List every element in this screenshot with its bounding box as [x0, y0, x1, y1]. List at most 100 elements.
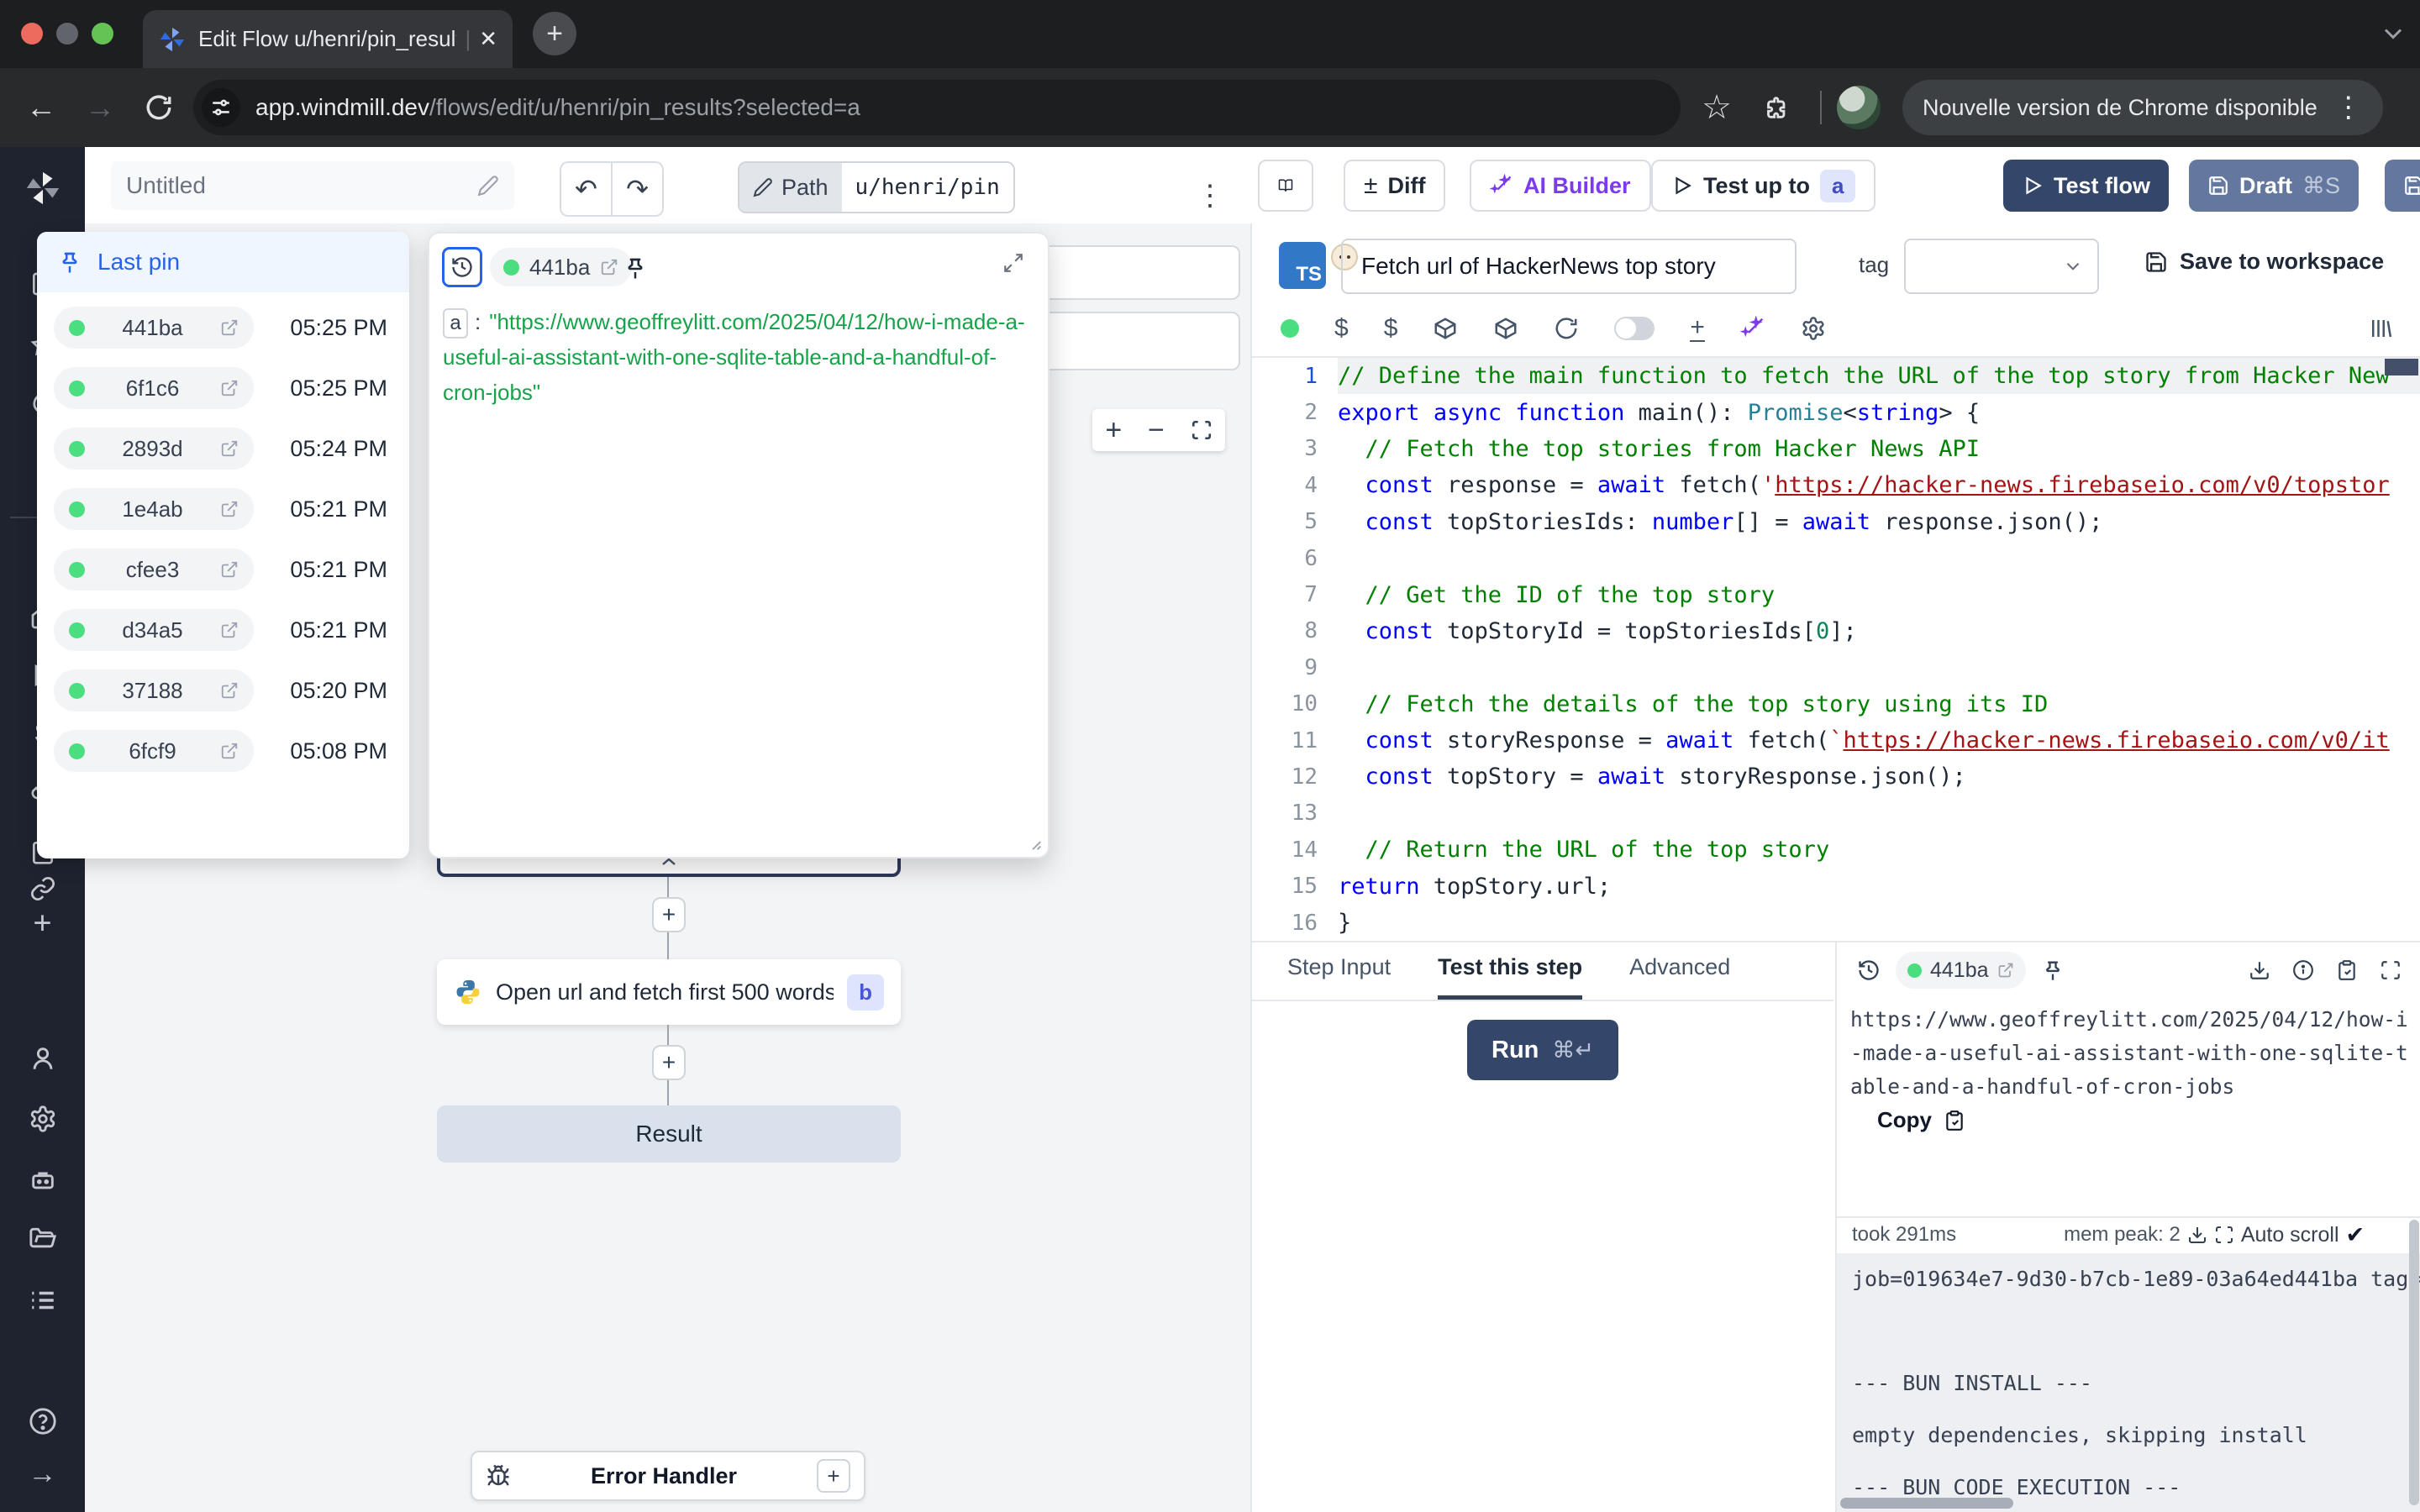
toolbar-kebab-icon[interactable]: ⋮	[1196, 179, 1224, 213]
code-line[interactable]: 1// Define the main function to fetch th…	[1252, 358, 2420, 394]
external-link-icon[interactable]	[600, 258, 618, 276]
info-icon[interactable]	[2292, 959, 2314, 981]
pin-hash-pill[interactable]: 6fcf9	[54, 730, 254, 772]
horizontal-scrollbar[interactable]	[1840, 1498, 2013, 1509]
last-pin-item[interactable]: 441ba05:25 PM	[37, 297, 409, 358]
sidebar-user-icon[interactable]	[29, 1044, 57, 1073]
insert-step-button[interactable]: +	[652, 1045, 686, 1080]
extensions-icon[interactable]	[1746, 93, 1805, 122]
profile-avatar[interactable]	[1837, 86, 1881, 129]
download-result-icon[interactable]	[2249, 959, 2270, 981]
fit-view-icon[interactable]	[1191, 419, 1213, 441]
external-link-icon[interactable]	[220, 379, 239, 397]
new-tab-button[interactable]: +	[533, 12, 576, 55]
external-link-icon[interactable]	[220, 560, 239, 579]
code-line[interactable]: 9	[1252, 649, 2420, 685]
code-editor[interactable]: 1// Define the main function to fetch th…	[1252, 358, 2420, 941]
pin-hash-pill[interactable]: 37188	[54, 669, 254, 711]
code-line[interactable]: 7 // Get the ID of the top story	[1252, 576, 2420, 612]
tag-select[interactable]	[1904, 239, 2099, 294]
pin-hash-pill[interactable]: d34a5	[54, 609, 254, 651]
save-to-workspace-button[interactable]: Save to workspace	[2144, 249, 2384, 275]
download-logs-icon[interactable]	[2187, 1225, 2207, 1245]
code-line[interactable]: 4 const response = await fetch('https://…	[1252, 467, 2420, 503]
flow-name-field[interactable]: Untitled	[111, 161, 514, 210]
code-line[interactable]: 10 // Fetch the details of the top story…	[1252, 686, 2420, 722]
pin-hash-pill[interactable]: 6f1c6	[54, 367, 254, 409]
last-pin-item[interactable]: 1e4ab05:21 PM	[37, 479, 409, 539]
editor-settings-icon[interactable]	[1801, 316, 1826, 341]
copy-result-icon[interactable]	[2336, 959, 2358, 981]
reload-icon[interactable]	[129, 93, 188, 122]
variables-icon[interactable]: $	[1334, 314, 1349, 343]
path-chip[interactable]: Path u/henri/pin	[738, 161, 1015, 213]
chrome-update-button[interactable]: Nouvelle version de Chrome disponible ⋮	[1902, 80, 2383, 135]
window-close-button[interactable]	[21, 23, 43, 45]
diff-button[interactable]: ± Diff	[1344, 160, 1445, 212]
external-link-icon[interactable]	[220, 439, 239, 458]
site-settings-icon[interactable]	[202, 88, 240, 127]
error-handler-node[interactable]: Error Handler +	[471, 1451, 865, 1501]
sidebar-logs-icon[interactable]	[29, 1286, 57, 1315]
code-line[interactable]: 2export async function main(): Promise<s…	[1252, 394, 2420, 430]
chrome-menu-icon[interactable]: ⋮	[2334, 91, 2363, 124]
fullscreen-icon[interactable]	[2380, 959, 2402, 981]
pin-hash-pill[interactable]: 441ba	[54, 307, 254, 349]
window-zoom-button[interactable]	[92, 23, 113, 45]
code-line[interactable]: 8 const topStoryId = topStoriesIds[0];	[1252, 613, 2420, 649]
diff-toggle[interactable]	[1614, 317, 1655, 340]
tab-search-chevron-icon[interactable]	[2378, 18, 2408, 49]
history-button[interactable]	[442, 247, 482, 287]
result-pin-pill[interactable]: 441ba	[1896, 952, 2026, 989]
sidebar-settings-icon[interactable]	[29, 1105, 57, 1133]
reset-icon[interactable]	[1554, 316, 1579, 341]
log-output[interactable]: job=019634e7-9d30-b7cb-1e89-03a64ed441ba…	[1837, 1253, 2420, 1512]
package-icon[interactable]	[1493, 316, 1518, 341]
package-icon[interactable]	[1433, 316, 1458, 341]
pin-hash-pill[interactable]: 2893d	[54, 428, 254, 470]
ai-builder-button[interactable]: AI Builder	[1470, 160, 1651, 212]
window-minimize-button[interactable]	[56, 23, 78, 45]
test-up-to-button[interactable]: Test up to a	[1651, 160, 1876, 212]
docs-button[interactable]	[1258, 160, 1313, 212]
pin-hash-pill[interactable]: cfee3	[54, 549, 254, 591]
library-icon[interactable]	[2368, 316, 2393, 341]
sidebar-link-icon[interactable]	[29, 875, 56, 902]
vertical-scrollbar[interactable]	[2409, 1220, 2419, 1505]
code-line[interactable]: 5 const topStoriesIds: number[] = await …	[1252, 504, 2420, 540]
last-pin-item[interactable]: 3718805:20 PM	[37, 660, 409, 721]
popup-pin-pill[interactable]: 441ba	[490, 248, 632, 286]
external-link-icon[interactable]	[220, 621, 239, 639]
run-button[interactable]: Run ⌘↵	[1467, 1020, 1618, 1080]
back-icon[interactable]: ←	[12, 90, 71, 125]
resize-grip-icon[interactable]	[1024, 833, 1043, 852]
tab-step-input[interactable]: Step Input	[1287, 954, 1391, 1000]
test-flow-button[interactable]: Test flow	[2003, 160, 2169, 212]
resources-icon[interactable]: $	[1384, 314, 1398, 343]
ai-assistant-icon[interactable]	[1740, 316, 1765, 341]
external-link-icon[interactable]	[1997, 962, 2014, 979]
redo-button[interactable]: ↷	[612, 161, 664, 217]
history-icon[interactable]	[1857, 958, 1881, 982]
code-line[interactable]: 6	[1252, 540, 2420, 576]
undo-button[interactable]: ↶	[560, 161, 612, 217]
code-line[interactable]: 13	[1252, 795, 2420, 832]
bookmark-star-icon[interactable]: ☆	[1687, 88, 1746, 127]
omnibox[interactable]: app.windmill.dev/flows/edit/u/henri/pin_…	[193, 80, 1681, 135]
expand-logs-icon[interactable]	[2214, 1225, 2234, 1245]
code-line[interactable]: 12 const topStory = await storyResponse.…	[1252, 759, 2420, 795]
last-pin-item[interactable]: 2893d05:24 PM	[37, 418, 409, 479]
draft-button[interactable]: Draft ⌘S	[2189, 160, 2359, 212]
external-link-icon[interactable]	[220, 318, 239, 337]
code-line[interactable]: 15 return topStory.url;	[1252, 868, 2420, 904]
zoom-in-icon[interactable]: +	[1105, 414, 1122, 447]
external-link-icon[interactable]	[220, 681, 239, 700]
deploy-button[interactable]: Deploy	[2385, 160, 2420, 212]
step-b-node[interactable]: Open url and fetch first 500 words of ..…	[437, 959, 901, 1025]
sidebar-add-icon[interactable]: +	[33, 906, 51, 942]
last-pin-item[interactable]: 6fcf905:08 PM	[37, 721, 409, 781]
forward-icon[interactable]: →	[71, 90, 129, 125]
code-line[interactable]: 14 // Return the URL of the top story	[1252, 832, 2420, 868]
tab-close-icon[interactable]: ✕	[479, 26, 497, 52]
external-link-icon[interactable]	[220, 500, 239, 518]
